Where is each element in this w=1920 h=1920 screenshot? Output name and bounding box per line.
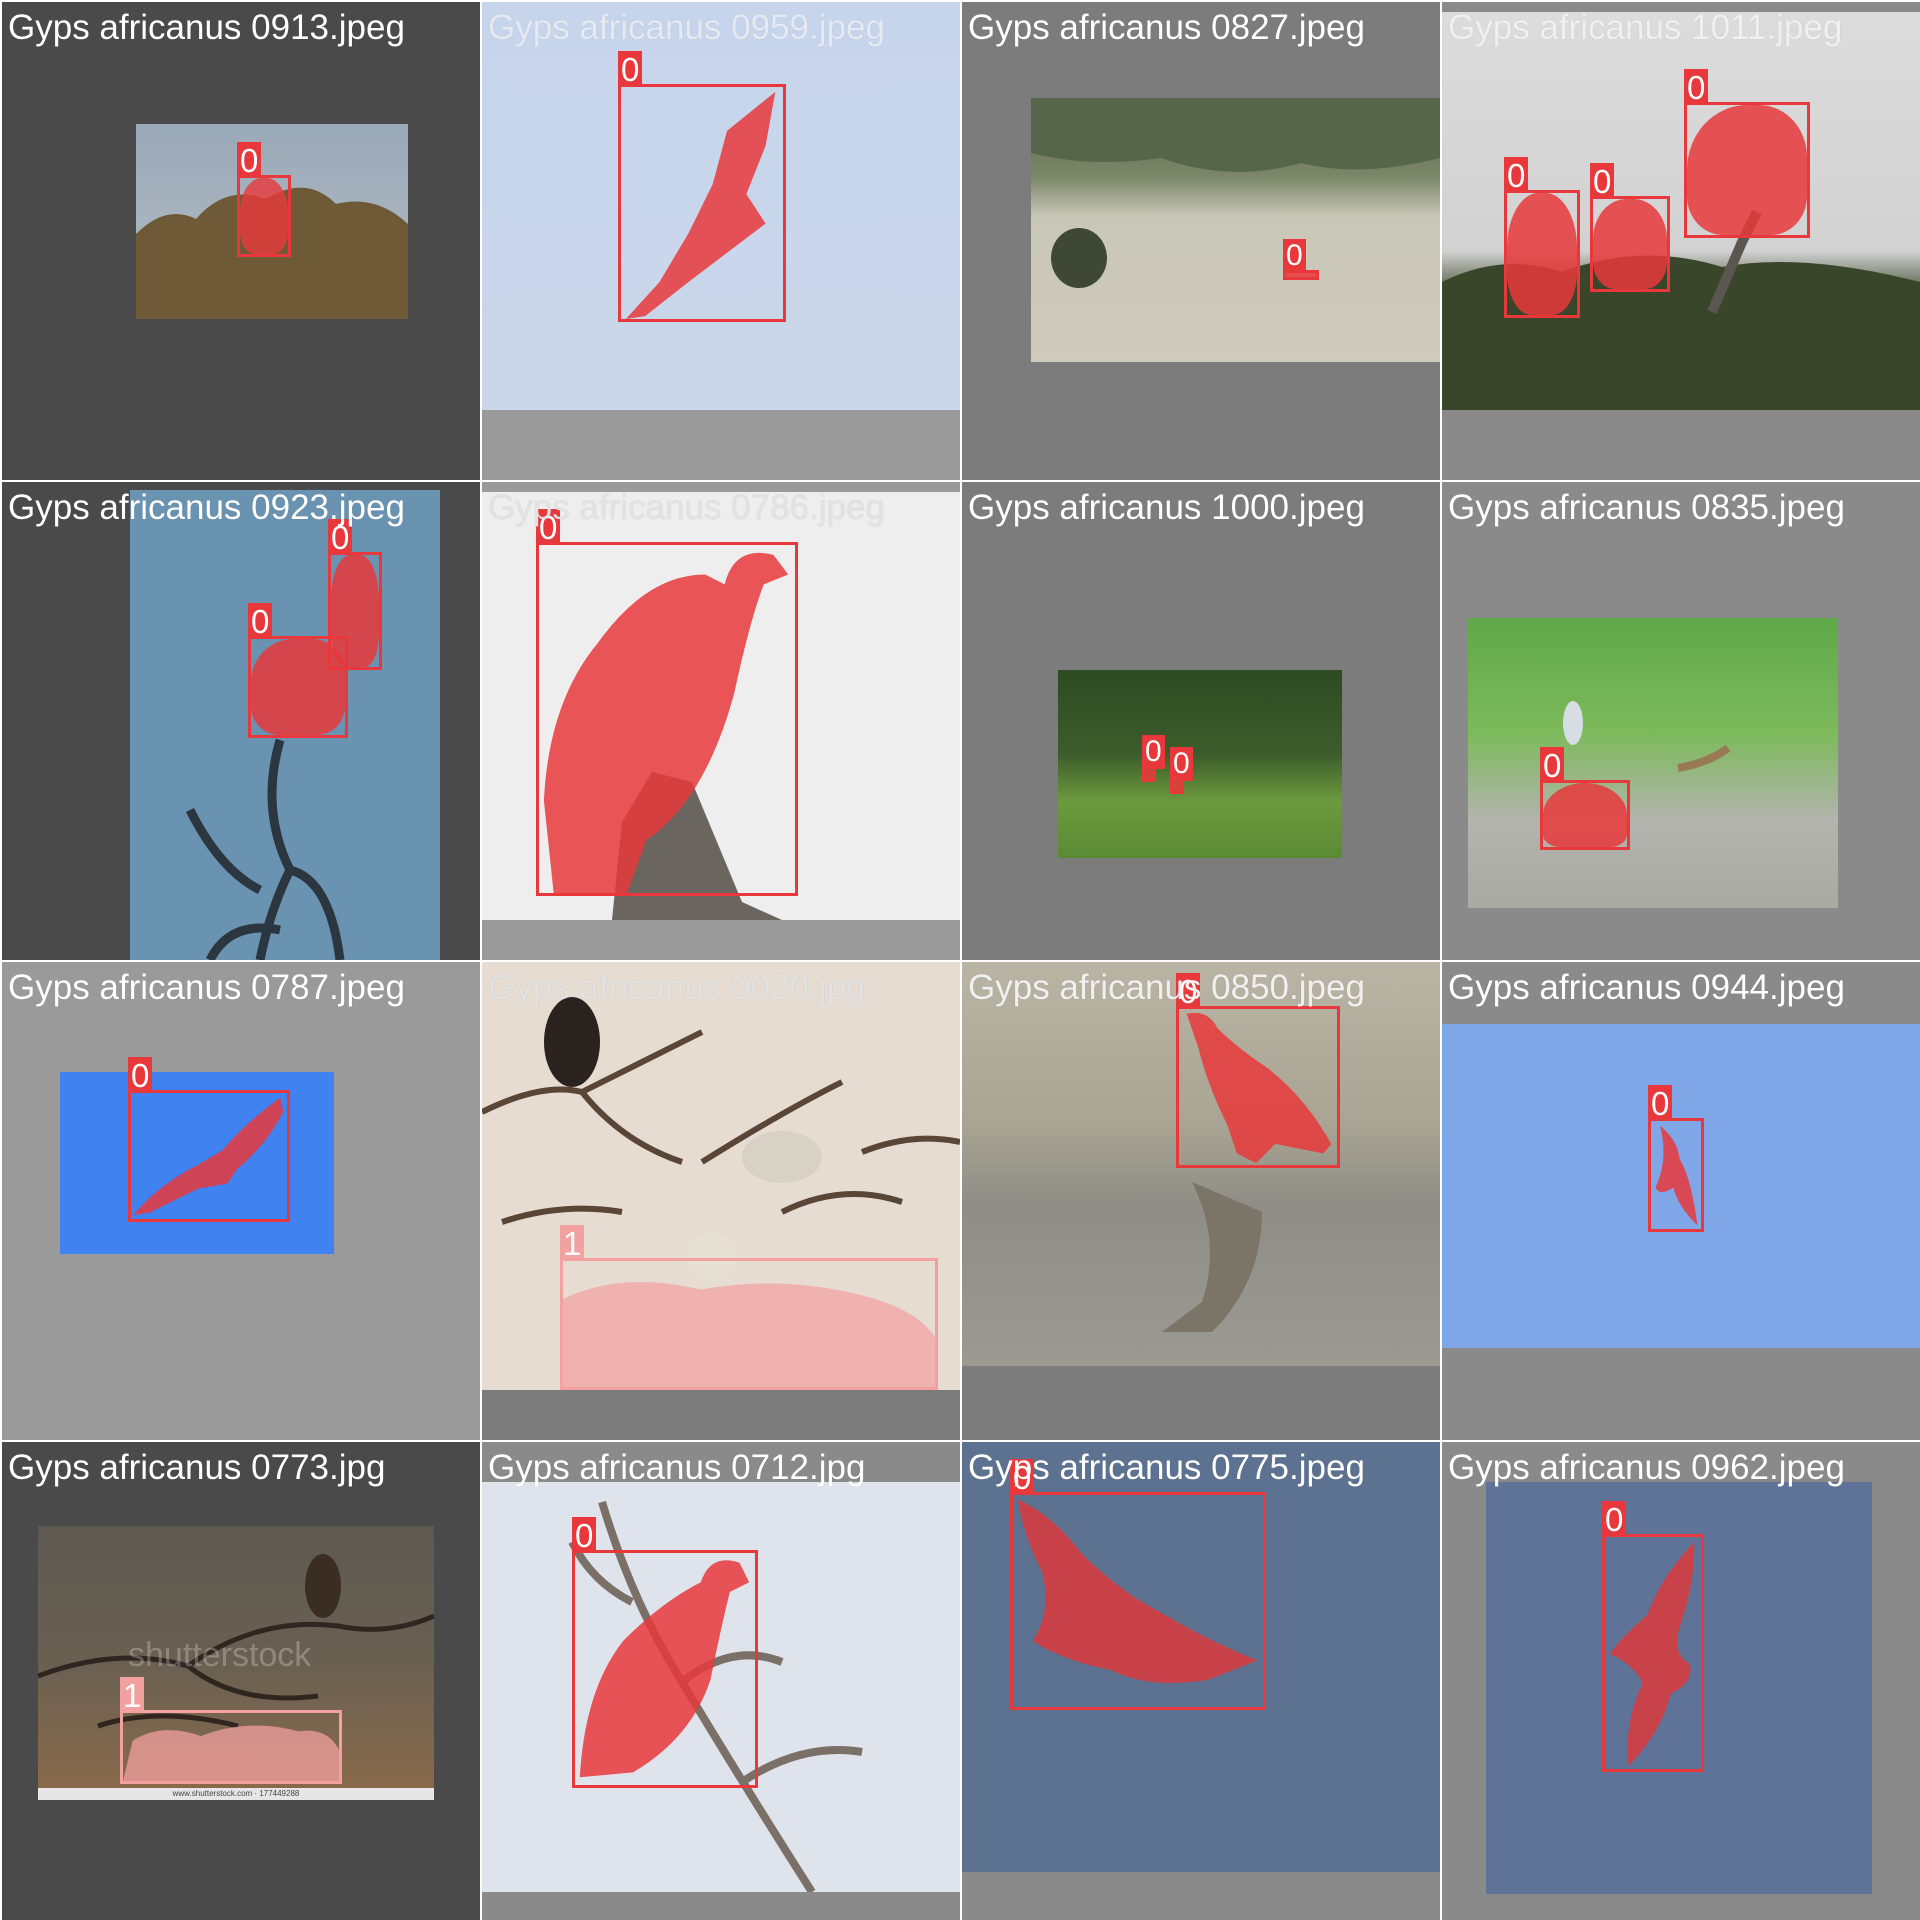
class-label: 0 — [1590, 163, 1615, 200]
tile-title: Gyps africanus 0020.jpg — [488, 968, 866, 1007]
class-label: 0 — [1170, 747, 1193, 781]
tile-title: Gyps africanus 0787.jpeg — [8, 968, 405, 1007]
class-label: 1 — [560, 1225, 585, 1262]
bounding-box: 0 — [128, 1057, 290, 1222]
vulture-mask — [579, 1560, 750, 1778]
bushes — [1031, 98, 1440, 288]
class-label: 1 — [120, 1677, 145, 1714]
tile-0020: 1 Gyps africanus 0020.jpg — [482, 962, 960, 1440]
tile-0959: 0 Gyps africanus 0959.jpeg — [482, 2, 960, 480]
class-label: 0 — [1504, 157, 1529, 194]
vulture-mask — [132, 1097, 284, 1216]
tile-1011: 0 0 0 Gyps africanus 1011.jpeg — [1442, 2, 1920, 480]
tile-0773: shutterstock www.shutterstock.com · 1774… — [2, 1442, 480, 1920]
nest-mask — [123, 1725, 339, 1781]
watermark: shutterstock — [128, 1636, 312, 1674]
photo — [1058, 670, 1342, 858]
tile-0827: 0 Gyps africanus 0827.jpeg — [962, 2, 1440, 480]
bounding-box: 0 — [1176, 973, 1340, 1168]
tile-title: Gyps africanus 0786.jpeg — [488, 488, 885, 527]
bounding-box: 0 — [572, 1517, 758, 1788]
bounding-box: 0 — [618, 51, 786, 322]
bounding-box: 0 — [1684, 69, 1810, 238]
tile-0787: 0 Gyps africanus 0787.jpeg — [2, 962, 480, 1440]
tile-title: Gyps africanus 1011.jpeg — [1448, 8, 1843, 47]
bounding-box: 0 — [1142, 735, 1165, 782]
tile-0923: 0 0 Gyps africanus 0923.jpeg — [2, 482, 480, 960]
bounding-box: 0 — [1504, 157, 1580, 318]
tile-title: Gyps africanus 0944.jpeg — [1448, 968, 1845, 1007]
tile-0962: 0 Gyps africanus 0962.jpeg — [1442, 1442, 1920, 1920]
bounding-box: 0 — [248, 603, 348, 738]
class-label: 0 — [237, 142, 262, 179]
class-label: 0 — [1684, 69, 1709, 106]
class-label: 0 — [1602, 1501, 1627, 1538]
birds — [1563, 701, 1731, 772]
tile-title: Gyps africanus 0962.jpeg — [1448, 1448, 1845, 1487]
tile-title: Gyps africanus 0923.jpeg — [8, 488, 405, 527]
tile-0835: 0 Gyps africanus 0835.jpeg — [1442, 482, 1920, 960]
tile-title: Gyps africanus 1000.jpeg — [968, 488, 1365, 527]
tile-1000: 0 0 Gyps africanus 1000.jpeg — [962, 482, 1440, 960]
class-label: 0 — [572, 1517, 597, 1554]
nest-mask — [563, 1282, 935, 1387]
photo — [1468, 618, 1838, 908]
bounding-box: 0 — [1602, 1501, 1704, 1772]
vulture-mask — [1655, 1125, 1698, 1226]
class-label: 0 — [1283, 239, 1306, 273]
bounding-box: 0 — [1283, 239, 1319, 280]
class-label: 0 — [1540, 747, 1565, 784]
tile-title: Gyps africanus 0827.jpeg — [968, 8, 1365, 47]
tile-title: Gyps africanus 0850.jpeg — [968, 968, 1365, 1007]
tile-0913: 0 Gyps africanus 0913.jpeg — [2, 2, 480, 480]
tile-0712: 0 Gyps africanus 0712.jpg — [482, 1442, 960, 1920]
photo — [1031, 98, 1440, 362]
bounding-box: 1 — [120, 1677, 342, 1784]
tile-0944: 0 Gyps africanus 0944.jpeg — [1442, 962, 1920, 1440]
bounding-box: 0 — [1170, 747, 1193, 794]
tile-0850: 0 Gyps africanus 0850.jpeg — [962, 962, 1440, 1440]
class-label: 0 — [248, 603, 273, 640]
vulture-mask — [1609, 1541, 1695, 1767]
tile-title: Gyps africanus 0775.jpeg — [968, 1448, 1365, 1487]
vulture-mask — [1017, 1499, 1258, 1684]
bounding-box: 0 — [1540, 747, 1630, 850]
bounding-box: 0 — [536, 509, 798, 896]
vulture-mask — [1186, 1012, 1332, 1164]
tile-0786: 0 Gyps africanus 0786.jpeg — [482, 482, 960, 960]
class-label: 0 — [1142, 735, 1165, 769]
vulture-mask — [625, 91, 776, 319]
class-label: 0 — [128, 1057, 153, 1094]
class-label: 0 — [618, 51, 643, 88]
image-grid: 0 Gyps africanus 0913.jpeg 0 Gyps africa… — [0, 0, 1920, 1920]
tile-title: Gyps africanus 0712.jpg — [488, 1448, 866, 1487]
class-label: 0 — [1648, 1085, 1673, 1122]
tile-title: Gyps africanus 0913.jpeg — [8, 8, 405, 47]
vulture-mask — [543, 552, 789, 893]
tile-0775: 0 Gyps africanus 0775.jpeg — [962, 1442, 1440, 1920]
bounding-box: 1 — [560, 1225, 938, 1390]
bounding-box: 0 — [1010, 1459, 1266, 1710]
tile-title: Gyps africanus 0773.jpg — [8, 1448, 386, 1487]
bounding-box: 0 — [237, 142, 291, 257]
bounding-box: 0 — [1648, 1085, 1704, 1232]
watermark-footer: www.shutterstock.com · 177449288 — [38, 1788, 434, 1800]
bounding-box: 0 — [1590, 163, 1670, 292]
tile-title: Gyps africanus 0835.jpeg — [1448, 488, 1845, 527]
tile-title: Gyps africanus 0959.jpeg — [488, 8, 885, 47]
